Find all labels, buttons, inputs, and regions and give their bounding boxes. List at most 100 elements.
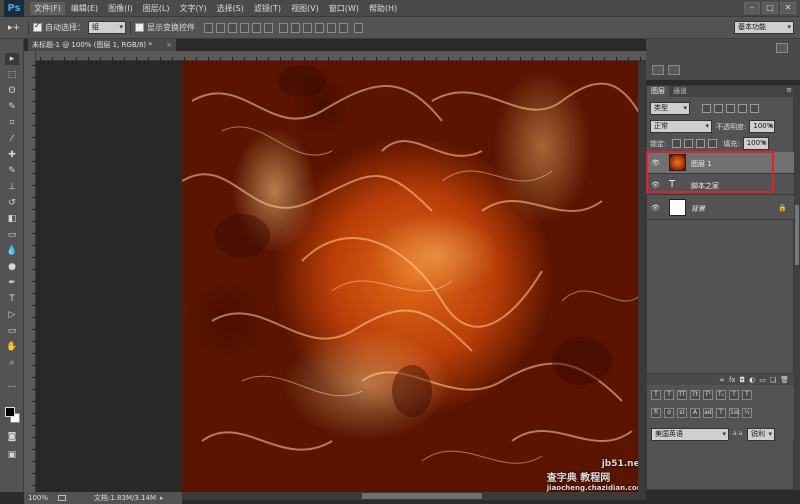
layer-row-background[interactable]: 👁 背景 🔒 [647,196,795,220]
new-group-icon[interactable]: ▭ [759,376,766,384]
antialias-dropdown[interactable]: 锐利 [747,428,775,441]
menu-edit[interactable]: 编辑(E) [67,2,102,15]
align-vcenter-icon[interactable] [216,22,225,33]
adjustment-layer-icon[interactable]: ◐ [749,376,755,384]
auto-align-icon[interactable] [354,22,363,33]
canvas-vertical-scrollbar[interactable] [638,61,646,492]
alternates-icon[interactable]: A [690,408,700,418]
auto-select-checkbox[interactable] [33,21,42,32]
small-caps-icon[interactable]: Tt [690,390,700,400]
eraser-tool-icon[interactable]: ◧ [5,213,19,225]
ordinals-icon[interactable]: T [716,408,726,418]
shape-tool-icon[interactable]: ▭ [5,325,19,337]
status-menu-arrow-icon[interactable]: ▸ [160,492,164,504]
quick-select-tool-icon[interactable]: ✎ [5,101,19,113]
lock-all-icon[interactable] [708,139,718,148]
filter-adjust-icon[interactable] [714,104,723,113]
scrollbar-thumb[interactable] [362,493,482,499]
auto-select-dropdown[interactable]: 组 [88,21,126,34]
new-layer-icon[interactable]: ❏ [770,376,776,384]
close-tab-icon[interactable]: × [166,39,172,51]
lock-position-icon[interactable] [696,139,706,148]
properties-panel-icon[interactable] [668,65,680,75]
blur-tool-icon[interactable]: 💧 [5,245,19,257]
layer-style-icon[interactable]: fx [729,376,736,384]
filter-kind-dropdown[interactable]: 类型 [650,102,690,115]
status-icon[interactable] [58,495,67,501]
distribute-top-icon[interactable] [279,22,288,33]
titling-icon[interactable]: ad [703,408,713,418]
distribute-hcenter-icon[interactable] [327,22,336,33]
menu-layer[interactable]: 图层(L) [139,2,174,15]
tab-layers[interactable]: 图层 [647,86,669,97]
add-mask-icon[interactable]: ◘ [740,376,746,384]
crop-tool-icon[interactable]: ⌗ [5,117,19,129]
screen-mode-icon[interactable]: ▣ [5,449,19,461]
all-caps-icon[interactable]: TT [677,390,687,400]
swash-icon[interactable]: st [677,408,687,418]
fractions-icon[interactable]: 1st [729,408,739,418]
zoom-level[interactable]: 100% [24,492,54,504]
canvas-area[interactable]: jb51.net 查字典 教程网 jiaocheng.chazidian.com [36,61,646,492]
faux-italic-icon[interactable]: T [664,390,674,400]
align-left-icon[interactable] [240,22,249,33]
old-style-icon[interactable]: σ [664,408,674,418]
menu-filter[interactable]: 滤镜(T) [250,2,285,15]
filter-smart-icon[interactable] [750,104,759,113]
hand-tool-icon[interactable]: ✋ [5,341,19,353]
menu-select[interactable]: 选择(S) [213,2,248,15]
show-transform-checkbox[interactable] [135,23,144,32]
distribute-vcenter-icon[interactable] [291,22,300,33]
move-tool-icon[interactable]: ▸ [5,53,19,65]
type-tool-icon[interactable]: T [5,293,19,305]
foreground-color-swatch[interactable] [5,407,15,417]
menu-image[interactable]: 图像(I) [104,2,137,15]
delete-layer-icon[interactable]: 🗑 [780,376,789,384]
language-dropdown[interactable]: 美国英语 [651,428,729,441]
visibility-eye-icon[interactable]: 👁 [651,204,660,212]
move-tool-icon[interactable]: ▸+ [4,21,24,35]
lock-transparent-icon[interactable] [672,139,682,148]
filter-image-icon[interactable] [702,104,711,113]
healing-brush-icon[interactable]: ✚ [5,149,19,161]
panel-collapse-icon[interactable] [776,43,788,53]
menu-view[interactable]: 视图(V) [287,2,323,15]
subscript-icon[interactable]: T₁ [716,390,726,400]
menu-window[interactable]: 窗口(W) [325,2,363,15]
superscript-icon[interactable]: T¹ [703,390,713,400]
align-top-icon[interactable] [204,22,213,33]
eyedropper-tool-icon[interactable]: ⁄ [5,133,19,145]
filter-type-icon[interactable] [726,104,735,113]
lock-paint-icon[interactable] [684,139,694,148]
dodge-tool-icon[interactable]: ● [5,261,19,273]
menu-type[interactable]: 文字(Y) [175,2,210,15]
panel-scrollbar[interactable] [794,85,800,490]
link-layers-icon[interactable]: ∞ [719,376,725,384]
opacity-input[interactable]: 100% [749,120,776,133]
distribute-left-icon[interactable] [315,22,324,33]
history-panel-icon[interactable] [652,65,664,75]
menu-file[interactable]: 文件(F) [30,1,65,15]
fire-image-layer[interactable]: jb51.net 查字典 教程网 jiaocheng.chazidian.com [182,61,644,492]
pen-tool-icon[interactable]: ✒ [5,277,19,289]
lasso-tool-icon[interactable]: ʘ [5,85,19,97]
document-tab[interactable]: 未标题-1 @ 100% (图层 1, RGB/8) * × [28,39,176,51]
quick-mask-icon[interactable]: ◙ [5,431,19,443]
workspace-dropdown[interactable]: 基本功能 [734,21,794,34]
underline-icon[interactable]: T [729,390,739,400]
panel-menu-icon[interactable]: ≡ [786,86,792,94]
maximize-button[interactable]: □ [762,2,778,14]
scrollbar-thumb[interactable] [795,205,799,265]
faux-bold-icon[interactable]: T [651,390,661,400]
align-hcenter-icon[interactable] [252,22,261,33]
distribute-bottom-icon[interactable] [303,22,312,33]
brush-tool-icon[interactable]: ✎ [5,165,19,177]
strikethrough-icon[interactable]: T [742,390,752,400]
half-icon[interactable]: ½ [742,408,752,418]
fill-input[interactable]: 100% [742,137,769,150]
layer-name[interactable]: 背景 [691,204,705,214]
gradient-tool-icon[interactable]: ▭ [5,229,19,241]
clone-stamp-icon[interactable]: ⊥ [5,181,19,193]
zoom-tool-icon[interactable]: ⌕ [5,357,19,369]
ligature-icon[interactable]: fi [651,408,661,418]
